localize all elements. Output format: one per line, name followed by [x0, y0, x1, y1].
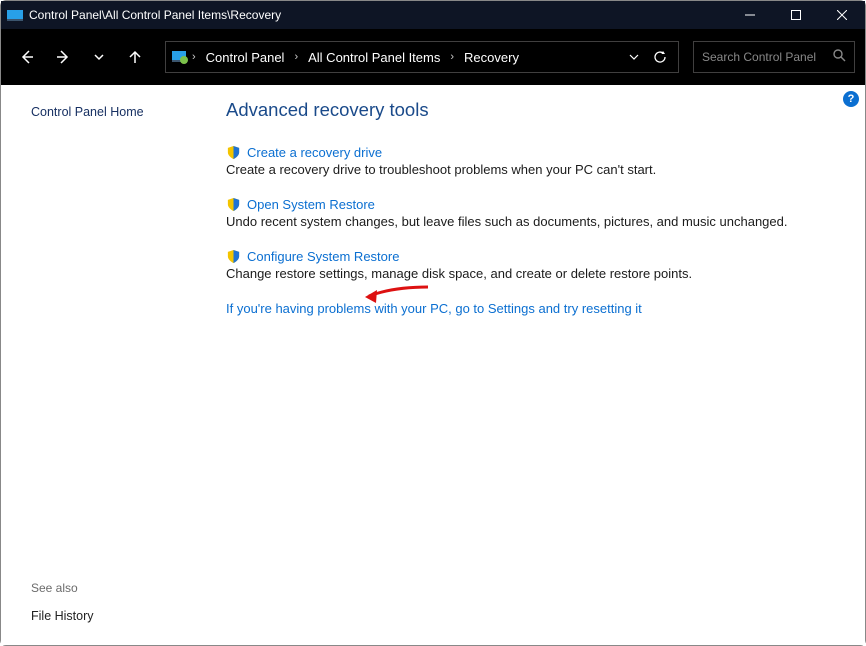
tool-open-system-restore: Open System Restore Undo recent system c…: [226, 197, 835, 229]
refresh-button[interactable]: [648, 41, 672, 73]
tool-configure-system-restore: Configure System Restore Change restore …: [226, 249, 835, 281]
reset-pc-link[interactable]: If you're having problems with your PC, …: [226, 301, 835, 316]
title-bar: Control Panel\All Control Panel Items\Re…: [1, 1, 865, 29]
window-title: Control Panel\All Control Panel Items\Re…: [29, 8, 721, 22]
tool-create-recovery-drive: Create a recovery drive Create a recover…: [226, 145, 835, 177]
address-bar[interactable]: › Control Panel › All Control Panel Item…: [165, 41, 679, 73]
address-dropdown-button[interactable]: [622, 41, 646, 73]
back-button[interactable]: [11, 41, 43, 73]
configure-system-restore-link[interactable]: Configure System Restore: [247, 249, 399, 264]
main-pane: Advanced recovery tools Create a recover…: [226, 85, 865, 645]
up-button[interactable]: [119, 41, 151, 73]
search-box[interactable]: [693, 41, 855, 73]
breadcrumb-control-panel[interactable]: Control Panel: [200, 50, 291, 65]
control-panel-icon: [172, 49, 188, 65]
shield-icon: [226, 197, 241, 212]
shield-icon: [226, 145, 241, 160]
minimize-button[interactable]: [727, 1, 773, 29]
left-pane: Control Panel Home See also File History: [1, 85, 226, 645]
app-icon: [7, 7, 23, 23]
page-heading: Advanced recovery tools: [226, 99, 835, 121]
shield-icon: [226, 249, 241, 264]
open-system-restore-link[interactable]: Open System Restore: [247, 197, 375, 212]
control-panel-home-link[interactable]: Control Panel Home: [31, 105, 226, 119]
search-icon[interactable]: [832, 48, 846, 67]
breadcrumb-recovery[interactable]: Recovery: [458, 50, 525, 65]
close-button[interactable]: [819, 1, 865, 29]
breadcrumb-all-items[interactable]: All Control Panel Items: [302, 50, 446, 65]
chevron-right-icon[interactable]: ›: [448, 51, 456, 63]
recent-dropdown-button[interactable]: [83, 41, 115, 73]
tool-description: Create a recovery drive to troubleshoot …: [226, 162, 835, 177]
maximize-button[interactable]: [773, 1, 819, 29]
tool-description: Undo recent system changes, but leave fi…: [226, 214, 835, 229]
chevron-right-icon[interactable]: ›: [292, 51, 300, 63]
forward-button[interactable]: [47, 41, 79, 73]
tool-description: Change restore settings, manage disk spa…: [226, 266, 835, 281]
file-history-link[interactable]: File History: [31, 609, 226, 623]
search-input[interactable]: [702, 50, 822, 64]
chevron-right-icon[interactable]: ›: [190, 51, 198, 63]
navigation-bar: › Control Panel › All Control Panel Item…: [1, 29, 865, 85]
create-recovery-drive-link[interactable]: Create a recovery drive: [247, 145, 382, 160]
content-area: ? Control Panel Home See also File Histo…: [1, 85, 865, 645]
see-also-heading: See also: [31, 581, 226, 595]
